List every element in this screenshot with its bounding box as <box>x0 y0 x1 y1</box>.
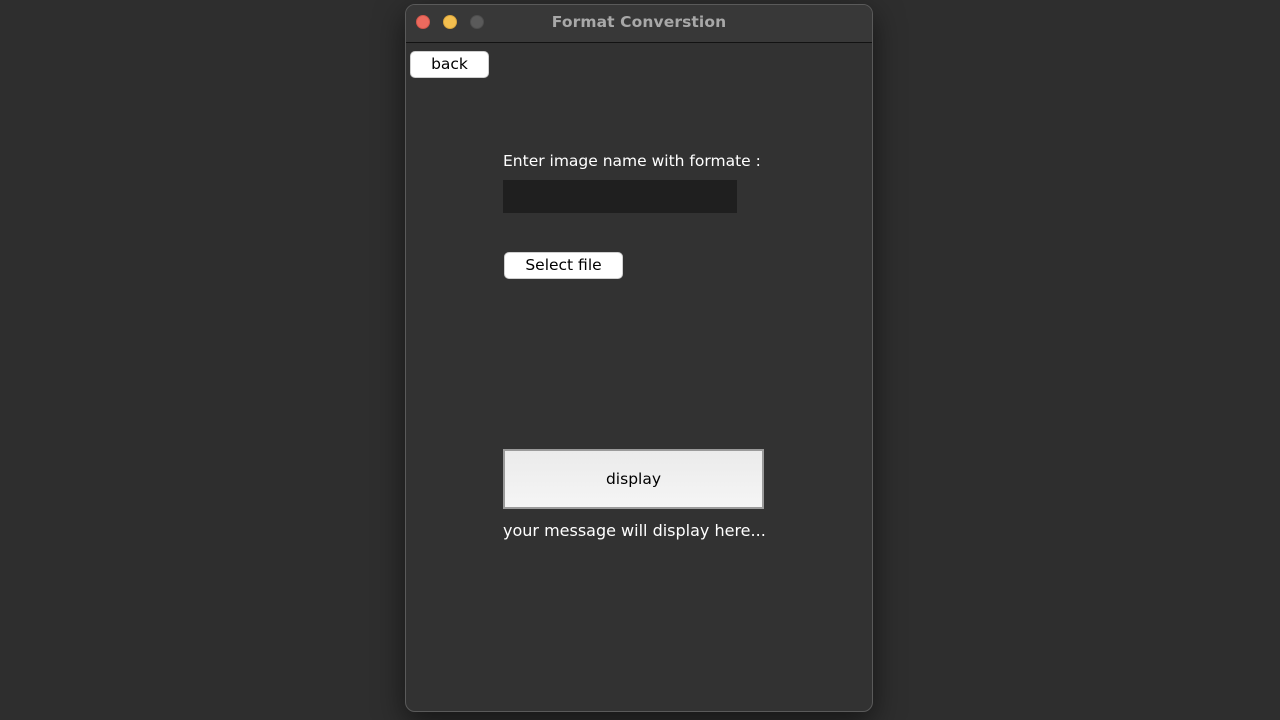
status-message: your message will display here... <box>503 521 766 540</box>
select-file-button[interactable]: Select file <box>504 252 623 279</box>
back-button[interactable]: back <box>410 51 489 78</box>
app-window: Format Converstion back Enter image name… <box>405 4 873 712</box>
image-name-label: Enter image name with formate : <box>503 152 761 170</box>
image-name-input[interactable] <box>503 180 737 213</box>
window-title: Format Converstion <box>551 13 727 31</box>
display-button[interactable]: display <box>503 449 764 509</box>
main-content: back Enter image name with formate : Sel… <box>406 43 872 711</box>
title-bar: Format Converstion <box>406 5 872 43</box>
